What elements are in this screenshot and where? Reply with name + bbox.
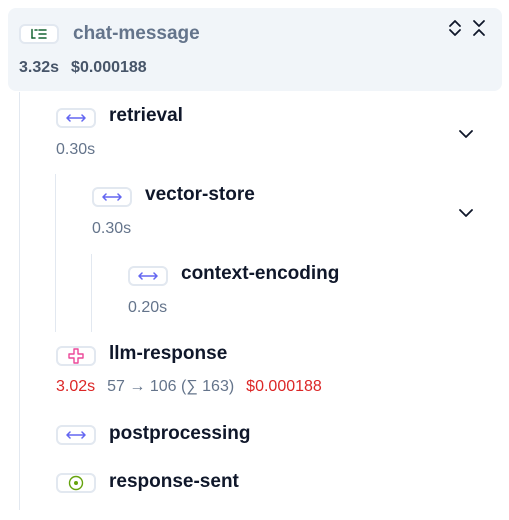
span-duration: 3.02s <box>56 378 96 395</box>
chevron-down-icon <box>459 130 473 138</box>
event-type-badge <box>56 473 96 493</box>
collapse-all-button[interactable] <box>469 18 489 38</box>
tree-guide-line <box>91 254 92 332</box>
token-usage: 57 → 106 (∑ 163) <box>107 378 235 395</box>
span-type-badge <box>92 187 132 207</box>
span-duration: 0.20s <box>128 299 168 316</box>
trace-root-card[interactable]: chat-message 3.32s $0.000188 <box>8 8 502 91</box>
generation-type-badge <box>56 346 96 366</box>
span-meta: 0.30s <box>92 219 131 239</box>
span-duration: 0.30s <box>92 220 132 237</box>
span-cost: $0.000188 <box>246 378 322 395</box>
arrows-left-right-icon <box>138 272 158 280</box>
span-title[interactable]: context-encoding <box>181 263 339 285</box>
span-meta: 3.02s 57 → 106 (∑ 163) $0.000188 <box>56 377 322 397</box>
collapse-toggle[interactable] <box>456 124 476 144</box>
collapse-toggle[interactable] <box>456 203 476 223</box>
chevrons-down-up-icon <box>473 20 485 36</box>
arrows-left-right-icon <box>102 193 122 201</box>
trace-duration: 3.32s <box>19 59 60 76</box>
span-title[interactable]: postprocessing <box>109 423 250 445</box>
trace-cost: $0.000188 <box>71 59 147 76</box>
chevrons-up-down-icon <box>449 20 461 36</box>
list-tree-icon <box>31 28 47 39</box>
arrows-left-right-icon <box>66 431 86 439</box>
expand-all-button[interactable] <box>445 18 465 38</box>
span-meta: 0.30s <box>56 140 95 160</box>
span-title[interactable]: retrieval <box>109 105 183 127</box>
trace-title[interactable]: chat-message <box>73 23 200 45</box>
span-title[interactable]: vector-store <box>145 184 255 206</box>
span-title[interactable]: llm-response <box>109 343 227 365</box>
arrows-left-right-icon <box>66 114 86 122</box>
span-duration: 0.30s <box>56 141 96 158</box>
span-title[interactable]: response-sent <box>109 471 239 493</box>
trace-meta: 3.32s $0.000188 <box>19 58 147 78</box>
span-type-badge <box>56 425 96 445</box>
tree-guide-line <box>55 174 56 332</box>
span-type-badge <box>56 108 96 128</box>
trace-type-badge <box>19 24 59 44</box>
sparkle-icon <box>68 348 84 364</box>
event-dot-icon <box>68 475 84 491</box>
tree-guide-line <box>19 92 20 510</box>
span-meta: 0.20s <box>128 298 167 318</box>
span-type-badge <box>128 266 168 286</box>
chevron-down-icon <box>459 209 473 217</box>
